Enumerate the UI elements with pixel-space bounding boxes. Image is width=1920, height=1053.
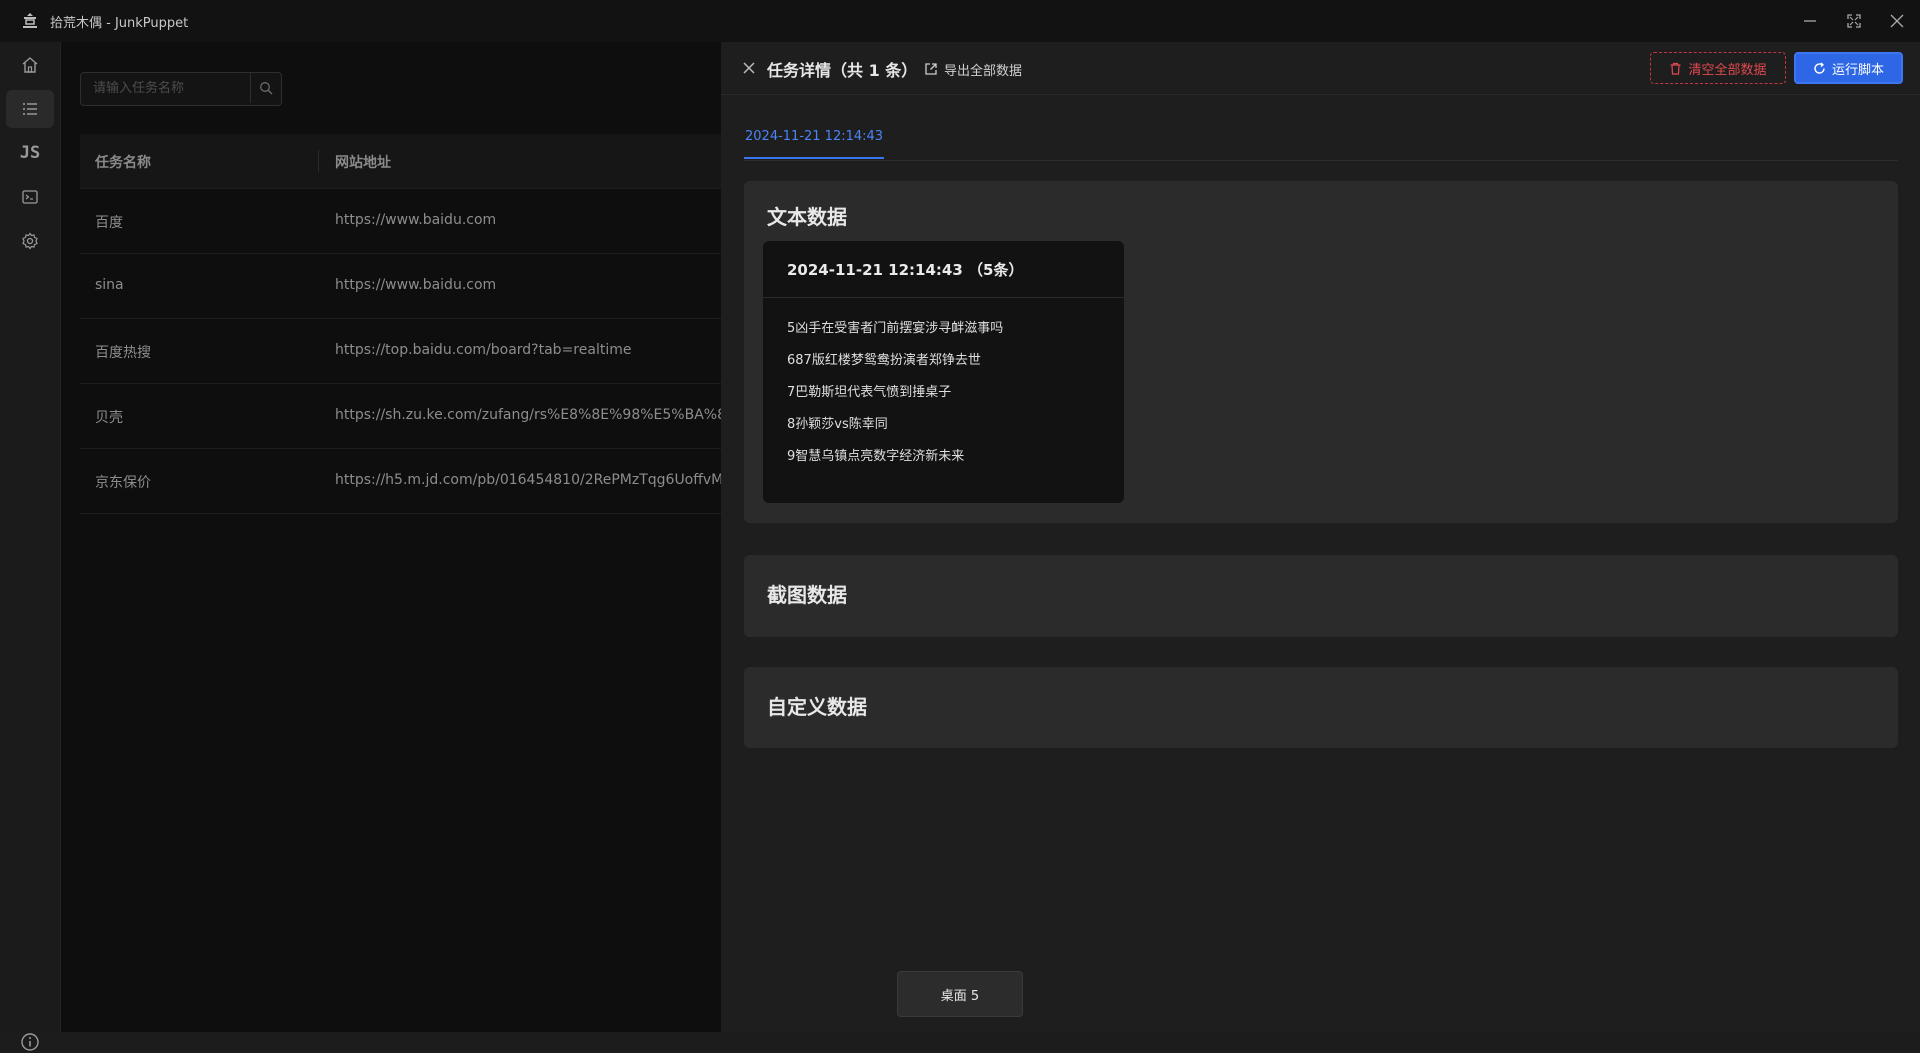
task-url: https://sh.zu.ke.com/zufang/rs%E8%8E%98%… — [335, 407, 749, 423]
section-title: 文本数据 — [767, 205, 847, 229]
export-all-button[interactable]: 导出全部数据 — [924, 58, 1022, 80]
column-header-url: 网站地址 — [335, 155, 391, 171]
task-table: 任务名称 网站地址 百度 https://www.baidu.com sina … — [80, 134, 748, 514]
close-icon — [743, 62, 755, 74]
app-logo-icon — [20, 11, 40, 31]
list-item: 5凶手在受害者门前摆宴涉寻衅滋事吗 — [787, 321, 1004, 336]
run-script-label: 运行脚本 — [1831, 62, 1884, 78]
task-name: sina — [95, 277, 124, 293]
drawer-title: 任务详情（共 1 条） — [767, 61, 918, 80]
tab-record[interactable]: 2024-11-21 12:14:43 — [744, 128, 885, 159]
task-url: https://www.baidu.com — [335, 212, 497, 228]
sidebar: JS — [0, 42, 61, 1051]
task-url: https://www.baidu.com — [335, 277, 497, 293]
section-title: 截图数据 — [767, 583, 847, 607]
external-link-icon — [925, 63, 937, 75]
maximize-button[interactable] — [1841, 9, 1867, 33]
sidebar-item-terminal[interactable] — [6, 178, 54, 216]
info-icon — [21, 1033, 39, 1051]
text-data-section: 文本数据 2024-11-21 12:14:43 （5条） 5凶手在受害者门前摆… — [744, 181, 1898, 523]
drawer-header: 任务详情（共 1 条） 导出全部数据 清空全部数据 运行脚本 — [721, 42, 1920, 95]
text-data-list: 5凶手在受害者门前摆宴涉寻衅滋事吗 687版红楼梦鸳鸯扮演者郑铮去世 7巴勒斯坦… — [787, 321, 1003, 481]
table-row[interactable]: sina https://www.baidu.com — [80, 254, 740, 319]
task-name: 京东保价 — [95, 475, 151, 491]
search-input[interactable] — [81, 73, 243, 103]
card-title: 2024-11-21 12:14:43 （5条） — [787, 261, 1024, 279]
column-header-name: 任务名称 — [95, 155, 151, 171]
section-title: 自定义数据 — [767, 695, 867, 719]
sidebar-item-js[interactable]: JS — [6, 134, 54, 172]
desktop-switch-button[interactable]: 桌面 5 — [897, 971, 1023, 1017]
run-script-button[interactable]: 运行脚本 — [1794, 52, 1903, 84]
table-row[interactable]: 京东保价 https://h5.m.jd.com/pb/016454810/2R… — [80, 449, 740, 514]
trash-icon — [1670, 62, 1681, 75]
search-icon — [260, 82, 273, 95]
home-icon — [22, 57, 38, 73]
list-icon — [23, 103, 37, 115]
window-title: 拾荒木偶 - JunkPuppet — [50, 16, 189, 31]
close-icon — [1890, 14, 1904, 28]
gear-icon — [22, 232, 38, 250]
task-name: 贝壳 — [95, 410, 123, 426]
sidebar-item-home[interactable] — [6, 46, 54, 84]
custom-data-section: 自定义数据 — [744, 667, 1898, 748]
task-url: https://h5.m.jd.com/pb/016454810/2RePMzT… — [335, 472, 735, 488]
clear-all-button[interactable]: 清空全部数据 — [1650, 52, 1786, 84]
list-item: 8孙颖莎vs陈幸同 — [787, 417, 888, 432]
minimize-icon — [1804, 20, 1816, 22]
clear-all-label: 清空全部数据 — [1688, 62, 1767, 78]
sidebar-item-label: JS — [19, 143, 41, 163]
export-all-label: 导出全部数据 — [944, 63, 1023, 79]
minimize-button[interactable] — [1797, 9, 1823, 33]
sidebar-item-settings[interactable] — [6, 222, 54, 260]
table-row[interactable]: 百度 https://www.baidu.com — [80, 189, 740, 254]
task-list-panel: 任务名称 网站地址 百度 https://www.baidu.com sina … — [61, 42, 748, 1032]
table-header: 任务名称 网站地址 — [80, 134, 740, 189]
task-url: https://top.baidu.com/board?tab=realtime — [335, 342, 632, 358]
title-bar: 拾荒木偶 - JunkPuppet — [0, 0, 1920, 42]
task-name: 百度热搜 — [95, 345, 151, 361]
terminal-icon — [22, 190, 38, 204]
search-button[interactable] — [250, 73, 281, 103]
close-drawer-button[interactable] — [739, 58, 759, 78]
list-item: 7巴勒斯坦代表气愤到捶桌子 — [787, 385, 952, 400]
table-row[interactable]: 贝壳 https://sh.zu.ke.com/zufang/rs%E8%8E%… — [80, 384, 748, 449]
card-header: 2024-11-21 12:14:43 （5条） — [763, 241, 1124, 298]
screenshot-data-section: 截图数据 — [744, 555, 1898, 637]
refresh-icon — [1814, 62, 1825, 74]
table-row[interactable]: 百度热搜 https://top.baidu.com/board?tab=rea… — [80, 319, 740, 384]
list-item: 687版红楼梦鸳鸯扮演者郑铮去世 — [787, 353, 981, 368]
close-window-button[interactable] — [1884, 9, 1910, 33]
task-name: 百度 — [95, 215, 123, 231]
record-tabs: 2024-11-21 12:14:43 — [744, 128, 1898, 161]
list-item: 9智慧乌镇点亮数字经济新未来 — [787, 449, 965, 464]
about-button[interactable] — [19, 1031, 41, 1053]
task-detail-drawer: 任务详情（共 1 条） 导出全部数据 清空全部数据 运行脚本 2024-11-2… — [721, 42, 1920, 1032]
column-divider — [318, 150, 319, 172]
fullscreen-icon — [1847, 14, 1861, 28]
search-box — [80, 72, 282, 106]
sidebar-item-tasks[interactable] — [6, 90, 54, 128]
